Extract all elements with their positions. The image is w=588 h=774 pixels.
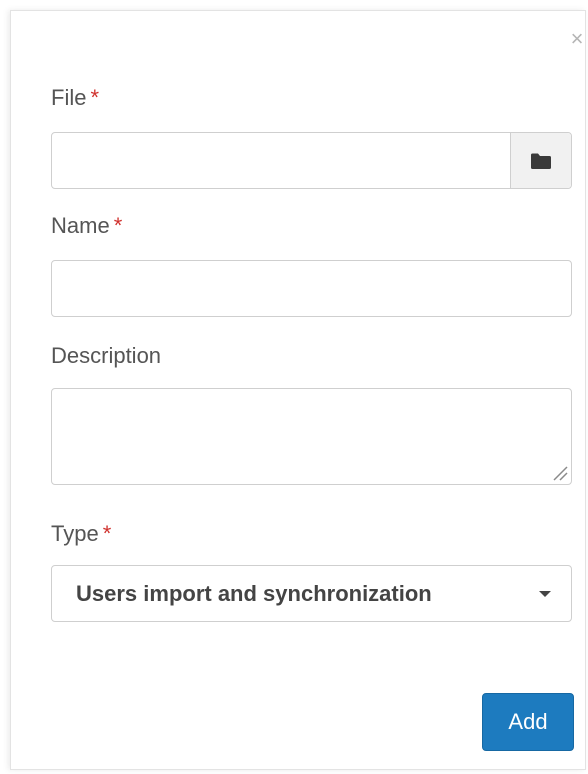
type-label-text: Type <box>51 521 99 546</box>
description-label: Description <box>51 342 161 370</box>
file-input[interactable] <box>52 133 510 188</box>
close-icon[interactable]: × <box>567 27 587 51</box>
type-select[interactable]: Users import and synchronization <box>51 565 572 622</box>
file-label: File * <box>51 84 99 112</box>
type-label: Type * <box>51 520 111 548</box>
type-selected-value: Users import and synchronization <box>76 580 432 606</box>
resize-handle-icon[interactable] <box>549 462 569 482</box>
description-field <box>51 388 572 485</box>
name-label-text: Name <box>51 213 110 238</box>
file-field <box>51 132 572 189</box>
name-input[interactable] <box>52 261 571 316</box>
file-label-text: File <box>51 85 87 110</box>
description-label-text: Description <box>51 343 162 368</box>
folder-icon <box>531 153 551 169</box>
add-file-dialog: × File * Name * Description Type * Users im… <box>10 10 586 770</box>
file-required-mark: * <box>90 85 100 110</box>
type-required-mark: * <box>102 521 112 546</box>
browse-file-button[interactable] <box>510 133 571 188</box>
name-label: Name * <box>51 212 122 240</box>
name-field <box>51 260 572 317</box>
add-button[interactable]: Add <box>482 693 574 751</box>
caret-down-icon <box>539 591 551 597</box>
description-textarea[interactable] <box>52 389 571 484</box>
name-required-mark: * <box>113 213 123 238</box>
